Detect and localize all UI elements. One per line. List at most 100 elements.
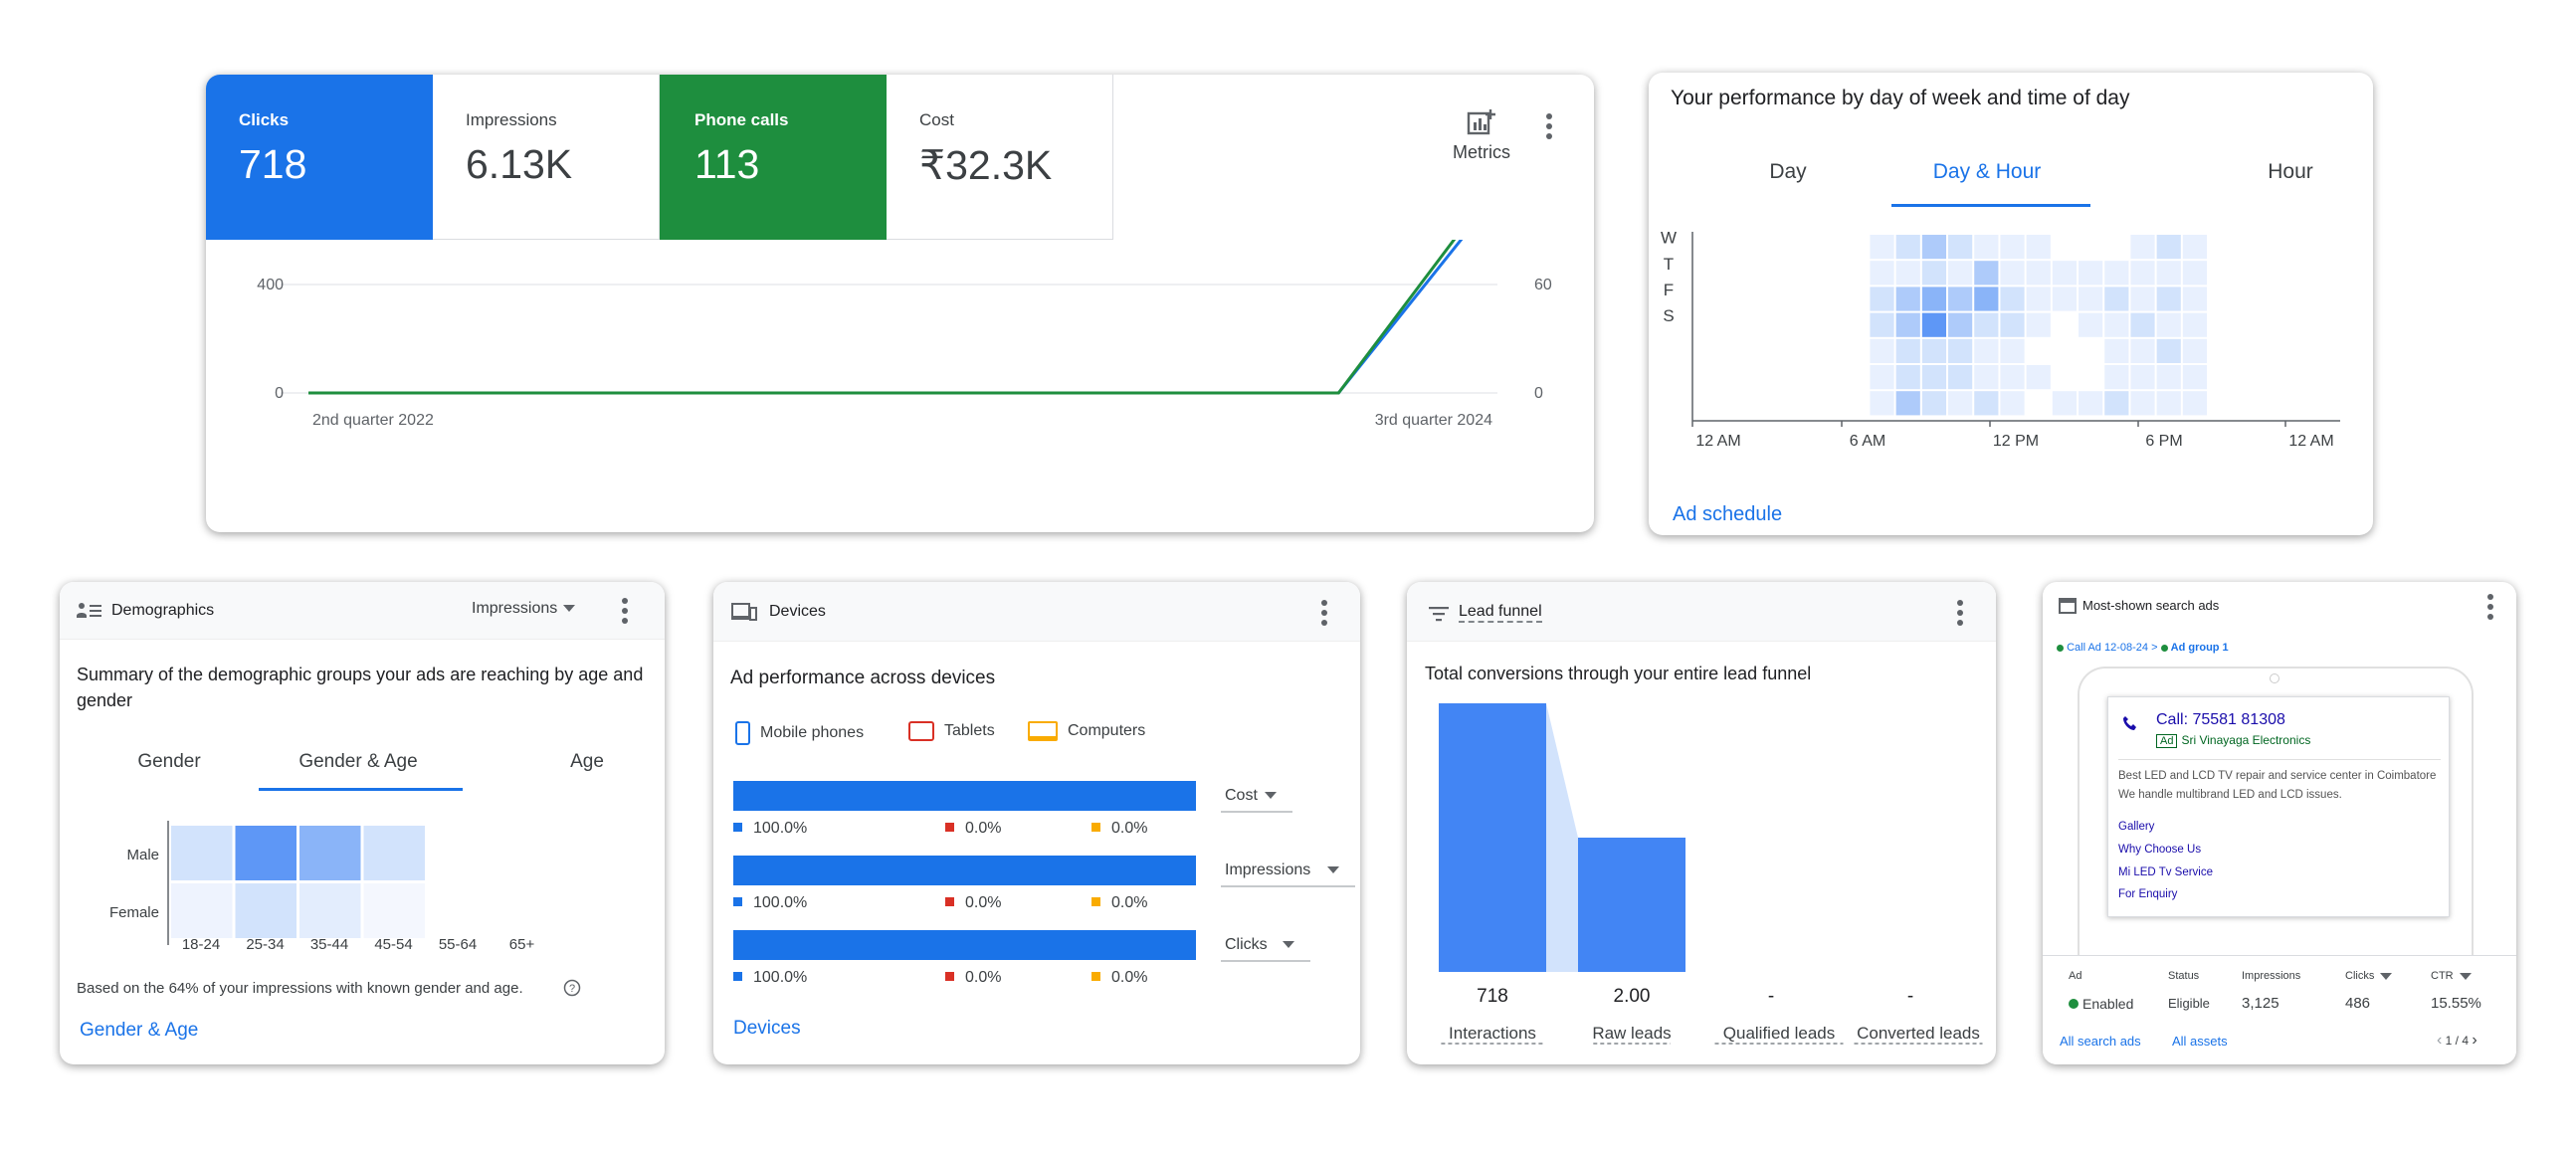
device-bar-segment — [733, 856, 1196, 885]
metrics-button[interactable]: Metrics — [1442, 108, 1521, 164]
more-options-icon[interactable] — [1950, 596, 1970, 630]
more-options-icon[interactable] — [615, 594, 635, 628]
heatmap-cell — [2130, 312, 2155, 337]
hour-tick-label: 6 PM — [2145, 433, 2182, 450]
hour-tick-label: 12 AM — [2288, 433, 2333, 450]
active-tab-indicator — [1891, 204, 2090, 207]
heatmap-cell — [2130, 261, 2155, 286]
ad-badge: Ad — [2156, 734, 2178, 748]
card-title[interactable]: Lead funnel — [1459, 603, 1542, 623]
y-left-tick-label: 400 — [257, 277, 284, 293]
sitelink-why-choose-us[interactable]: Why Choose Us — [2118, 844, 2201, 856]
demographics-card: Demographics Impressions Summary of the … — [60, 582, 665, 1064]
heatmap-cell — [2026, 261, 2051, 286]
all-assets-link[interactable]: All assets — [2172, 1034, 2228, 1049]
scorecard-value: 113 — [694, 141, 760, 187]
tab-day-hour[interactable]: Day & Hour — [1887, 160, 2086, 184]
heatmap-cell — [2130, 338, 2155, 363]
status-dot — [2160, 644, 2168, 652]
heatmap-cell — [2104, 312, 2129, 337]
heatmap-cell — [2000, 391, 2025, 416]
heatmap-cell — [2130, 391, 2155, 416]
devices-link[interactable]: Devices — [733, 1018, 801, 1040]
sitelink-mi-led[interactable]: Mi LED Tv Service — [2118, 866, 2213, 878]
scorecard-phone-calls[interactable]: Phone calls 113 — [660, 75, 887, 240]
more-options-icon[interactable] — [1539, 109, 1559, 143]
impressions-value: 3,125 — [2242, 995, 2279, 1012]
devices-bar-chart: 100.0% 0.0% 0.0% Cost 100.0% 0.0% 0.0% Impressi… — [733, 781, 1355, 986]
table-row[interactable]: Enabled Eligible 3,125 486 15.55% — [2043, 990, 2516, 1018]
heatmap-cell — [1870, 338, 1894, 363]
ad-status-cell: Enabled — [2069, 996, 2133, 1012]
x-tick-label: 2nd quarter 2022 — [312, 412, 434, 429]
sitelink-enquiry[interactable]: For Enquiry — [2118, 888, 2177, 900]
card-title: Most-shown search ads — [2082, 598, 2220, 613]
more-options-icon[interactable] — [1314, 596, 1334, 630]
heatmap-cell — [1921, 312, 1947, 337]
card-title: Demographics — [111, 602, 215, 619]
ad-headline[interactable]: Call: 75581 81308 — [2156, 711, 2285, 729]
demographics-note: Based on the 64% of your impressions wit… — [77, 980, 523, 997]
scorecard-clicks[interactable]: Clicks 718 — [206, 75, 433, 240]
heatmap-cell — [1921, 235, 1947, 260]
tab-gender-age[interactable]: Gender & Age — [259, 751, 458, 773]
heatmap-cell — [1870, 365, 1894, 390]
active-tab-indicator — [259, 788, 463, 791]
card-header: Most-shown search ads — [2043, 582, 2516, 632]
pager-label: 1 / 4 — [2445, 1034, 2470, 1048]
ad-divider — [2118, 759, 2441, 760]
legend-label: Mobile phones — [760, 724, 865, 742]
heatmap-cell — [299, 826, 361, 880]
day-label: T — [1664, 255, 1674, 274]
scorecard-value: 6.13K — [466, 141, 573, 187]
heatmap-cell — [2000, 365, 2025, 390]
heatmap-cell — [2182, 261, 2208, 286]
tab-gender[interactable]: Gender — [90, 751, 249, 773]
scorecard-cost[interactable]: Cost ₹32.3K — [887, 75, 1113, 240]
heatmap-cell — [1895, 261, 1920, 286]
heatmap-cell — [2182, 312, 2208, 337]
heatmap-cell — [2182, 287, 2208, 311]
campaign-link[interactable]: Call Ad 12-08-24 — [2067, 642, 2148, 654]
legend-swatch — [945, 972, 954, 981]
help-icon[interactable]: ? — [563, 979, 581, 997]
tab-age[interactable]: Age — [537, 751, 637, 773]
gender-row-label: Female — [109, 904, 159, 921]
gender-age-link[interactable]: Gender & Age — [80, 1020, 198, 1042]
all-search-ads-link[interactable]: All search ads — [2060, 1034, 2141, 1049]
scorecard-impressions[interactable]: Impressions 6.13K — [433, 75, 660, 240]
clicks-value: 486 — [2345, 995, 2371, 1012]
chevron-right-icon[interactable]: › — [2472, 1032, 2477, 1049]
heatmap-cell — [2000, 235, 2025, 260]
tab-day[interactable]: Day — [1708, 160, 1868, 184]
chart-add-icon — [1467, 109, 1495, 135]
day-label: W — [1661, 229, 1677, 248]
heatmap-cell — [2104, 287, 2129, 311]
ad-schedule-link[interactable]: Ad schedule — [1673, 503, 1782, 526]
funnel-connector — [1546, 703, 1578, 972]
funnel-category-label: Interactions — [1449, 1024, 1536, 1043]
legend-swatch — [733, 823, 742, 832]
tab-hour[interactable]: Hour — [2216, 160, 2365, 184]
ad-group-link[interactable]: Ad group 1 — [2171, 642, 2229, 654]
heatmap-cell — [1974, 365, 1999, 390]
heatmap-cell — [1974, 391, 1999, 416]
col-header-ctr[interactable]: CTR — [2431, 970, 2472, 982]
card-header: Lead funnel — [1407, 582, 1996, 642]
heatmap-cell — [2026, 365, 2051, 390]
col-header-clicks[interactable]: Clicks — [2345, 970, 2392, 982]
heatmap-cell — [1974, 235, 1999, 260]
day-label: F — [1664, 281, 1674, 299]
chevron-left-icon[interactable]: ‹ — [2437, 1032, 2442, 1049]
metric-select[interactable]: Impressions — [472, 600, 575, 618]
svg-text:?: ? — [569, 983, 575, 995]
heatmap-cell — [235, 883, 297, 938]
heatmap-cell — [2026, 235, 2051, 260]
legend-swatch — [733, 972, 742, 981]
heatmap-cell — [1921, 261, 1947, 286]
hour-tick-label: 12 PM — [1993, 433, 2039, 450]
heatmap-cell — [171, 826, 233, 880]
more-options-icon[interactable] — [2480, 590, 2500, 624]
sitelink-gallery[interactable]: Gallery — [2118, 821, 2154, 833]
y-left-tick-label: 0 — [275, 385, 284, 402]
